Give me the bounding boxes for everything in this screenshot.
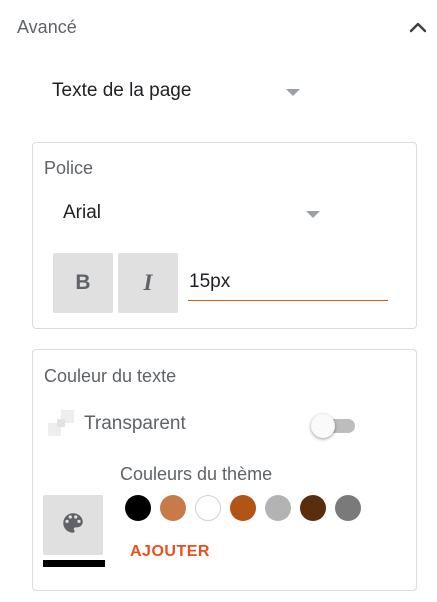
font-size-input[interactable] <box>188 267 388 301</box>
text-color-card-title: Couleur du texte <box>44 366 177 386</box>
caret-down-icon <box>306 211 320 218</box>
chevron-up-icon[interactable] <box>406 16 430 40</box>
page-text-select[interactable]: Texte de la page <box>52 80 304 108</box>
italic-button-label: I <box>143 270 153 295</box>
custom-color-button[interactable] <box>43 495 103 555</box>
selected-color-indicator <box>43 560 105 567</box>
toggle-thumb <box>311 414 335 438</box>
color-swatch[interactable] <box>335 495 361 521</box>
transparent-label: Transparent <box>84 413 186 434</box>
advanced-section-header[interactable]: Avancé <box>0 0 437 56</box>
caret-down-icon <box>286 89 300 96</box>
text-color-card: Couleur du texte Transparent Couleurs du… <box>32 349 417 591</box>
bold-button-label: B <box>75 271 91 294</box>
color-swatch[interactable] <box>230 495 256 521</box>
transparent-checker-icon <box>48 410 74 436</box>
color-swatch[interactable] <box>125 495 151 521</box>
transparent-toggle[interactable] <box>311 414 357 438</box>
color-swatch[interactable] <box>265 495 291 521</box>
color-swatch[interactable] <box>195 495 221 521</box>
add-color-button[interactable]: AJOUTER <box>130 543 210 561</box>
font-family-value: Arial <box>63 202 102 223</box>
italic-button[interactable]: I <box>118 253 178 313</box>
theme-colors-label: Couleurs du thème <box>120 464 273 484</box>
font-card-title: Police <box>44 158 94 178</box>
bold-button[interactable]: B <box>53 253 113 313</box>
font-card: Police Arial B I <box>32 142 417 329</box>
page-text-select-value: Texte de la page <box>52 80 192 101</box>
color-swatch[interactable] <box>300 495 326 521</box>
color-swatch[interactable] <box>160 495 186 521</box>
section-title: Avancé <box>17 17 77 37</box>
font-family-select[interactable]: Arial <box>63 201 323 229</box>
palette-icon <box>60 510 86 541</box>
